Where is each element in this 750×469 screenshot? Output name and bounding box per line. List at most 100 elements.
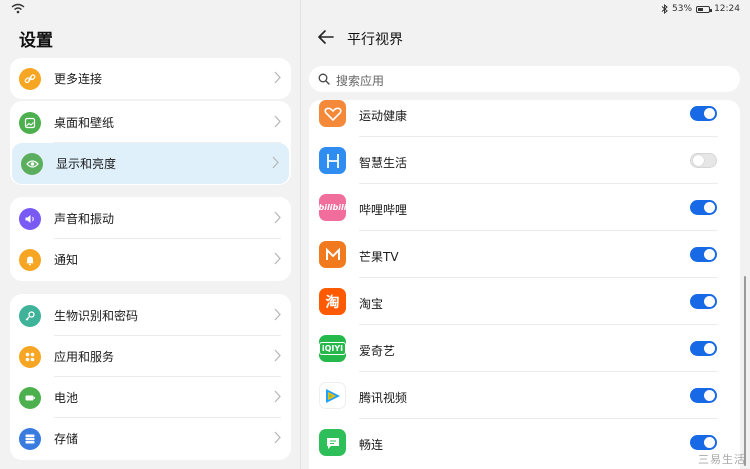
- divider: [359, 324, 718, 325]
- clock: 12:24: [714, 4, 740, 14]
- apps-icon: [19, 345, 41, 368]
- search-placeholder: 搜索应用: [336, 74, 385, 88]
- settings-item[interactable]: 显示和亮度: [12, 143, 289, 184]
- settings-item-label: 显示和亮度: [56, 157, 117, 171]
- meetime-app-icon: [319, 429, 346, 456]
- storage-icon: [19, 427, 41, 450]
- app-name: 腾讯视频: [359, 391, 408, 405]
- settings-item[interactable]: 应用和服务: [10, 336, 291, 377]
- settings-item[interactable]: 更多连接: [10, 58, 291, 99]
- settings-item-label: 更多连接: [54, 72, 103, 86]
- status-bar: 53% 12:24: [0, 0, 750, 18]
- health-app-icon: [319, 100, 346, 127]
- chevron-right-icon: [274, 349, 281, 362]
- divider: [359, 183, 718, 184]
- settings-item-label: 电池: [54, 391, 79, 405]
- divider: [359, 136, 718, 137]
- app-name: 爱奇艺: [359, 344, 396, 358]
- app-row[interactable]: bilibili 哔哩哔哩: [309, 194, 740, 241]
- app-row[interactable]: 淘淘宝: [309, 288, 740, 335]
- bluetooth-icon: [661, 4, 668, 14]
- taobao-app-icon: 淘: [319, 288, 346, 315]
- app-name: 芒果TV: [359, 250, 399, 264]
- app-toggle[interactable]: [690, 247, 717, 262]
- app-toggle[interactable]: [690, 153, 717, 168]
- mango-tv-app-icon: [319, 241, 346, 268]
- settings-group: 更多连接: [10, 58, 291, 99]
- app-name: 智慧生活: [359, 156, 408, 170]
- eye-icon: [21, 152, 43, 175]
- app-toggle[interactable]: [690, 294, 717, 309]
- battery-icon: [696, 5, 713, 13]
- chevron-right-icon: [274, 390, 281, 403]
- toggle-knob: [704, 296, 715, 307]
- speaker-icon: [19, 207, 41, 230]
- page-title: 平行视界: [347, 32, 403, 48]
- app-toggle[interactable]: [690, 106, 717, 121]
- chevron-right-icon: [274, 115, 281, 128]
- wallpaper-icon: [19, 111, 41, 134]
- chevron-right-icon: [272, 156, 279, 169]
- search-icon: [318, 73, 330, 85]
- bilibili-app-icon: bilibili: [319, 194, 346, 221]
- settings-item-label: 声音和振动: [54, 212, 115, 226]
- tencent-video-app-icon: [319, 382, 346, 409]
- settings-item-label: 存储: [54, 432, 79, 446]
- bell-icon: [19, 248, 41, 271]
- settings-group: 声音和振动 通知: [10, 197, 291, 281]
- battery-percent: 53%: [672, 4, 693, 14]
- settings-item-label: 桌面和壁纸: [54, 116, 115, 130]
- settings-item[interactable]: 电池: [10, 377, 291, 418]
- settings-item[interactable]: 存储: [10, 418, 291, 459]
- toggle-knob: [693, 155, 704, 166]
- app-name: 运动健康: [359, 109, 408, 123]
- key-icon: [19, 304, 41, 327]
- scrollbar[interactable]: [744, 276, 746, 466]
- settings-item[interactable]: 声音和振动: [10, 198, 291, 239]
- app-toggle[interactable]: [690, 435, 717, 450]
- link-icon: [19, 67, 41, 90]
- chevron-right-icon: [274, 308, 281, 321]
- divider: [359, 277, 718, 278]
- wifi-icon: [11, 3, 25, 14]
- app-toggle[interactable]: [690, 341, 717, 356]
- divider: [359, 418, 718, 419]
- app-list[interactable]: 运动健康 智慧生活 bilibili 哔哩哔哩 芒果TV 淘淘宝 iQIYI 爱奇艺 腾讯视频畅…: [309, 100, 740, 469]
- settings-title: 设置: [19, 31, 53, 51]
- app-row[interactable]: 运动健康: [309, 100, 740, 147]
- search-input[interactable]: 搜索应用: [309, 66, 740, 92]
- chevron-right-icon: [274, 71, 281, 84]
- settings-item[interactable]: 生物识别和密码: [10, 295, 291, 336]
- smart-life-app-icon: [319, 147, 346, 174]
- settings-item-label: 应用和服务: [54, 350, 115, 364]
- app-toggle[interactable]: [690, 388, 717, 403]
- pane-divider: [300, 0, 301, 469]
- chevron-right-icon: [274, 252, 281, 265]
- app-row[interactable]: 腾讯视频: [309, 382, 740, 429]
- watermark: 三易生活: [698, 453, 746, 466]
- chevron-right-icon: [274, 431, 281, 444]
- divider: [359, 230, 718, 231]
- toggle-knob: [704, 249, 715, 260]
- app-toggle[interactable]: [690, 200, 717, 215]
- battery-icon: [19, 386, 41, 409]
- app-name: 淘宝: [359, 297, 384, 311]
- settings-item-label: 通知: [54, 253, 79, 267]
- toggle-knob: [704, 437, 715, 448]
- chevron-right-icon: [274, 211, 281, 224]
- settings-group: 桌面和壁纸显示和亮度: [10, 101, 291, 185]
- app-row[interactable]: iQIYI 爱奇艺: [309, 335, 740, 382]
- back-arrow-icon[interactable]: [318, 30, 334, 44]
- settings-item[interactable]: 桌面和壁纸: [10, 102, 291, 143]
- settings-group: 生物识别和密码 应用和服务电池存储: [10, 294, 291, 460]
- toggle-knob: [704, 202, 715, 213]
- toggle-knob: [704, 108, 715, 119]
- settings-item-label: 生物识别和密码: [54, 309, 139, 323]
- toggle-knob: [704, 343, 715, 354]
- app-row[interactable]: 智慧生活: [309, 147, 740, 194]
- app-row[interactable]: 芒果TV: [309, 241, 740, 288]
- app-row[interactable]: 畅连: [309, 429, 740, 469]
- app-name: 畅连: [359, 438, 384, 452]
- app-name: 哔哩哔哩: [359, 203, 408, 217]
- settings-item[interactable]: 通知: [10, 239, 291, 280]
